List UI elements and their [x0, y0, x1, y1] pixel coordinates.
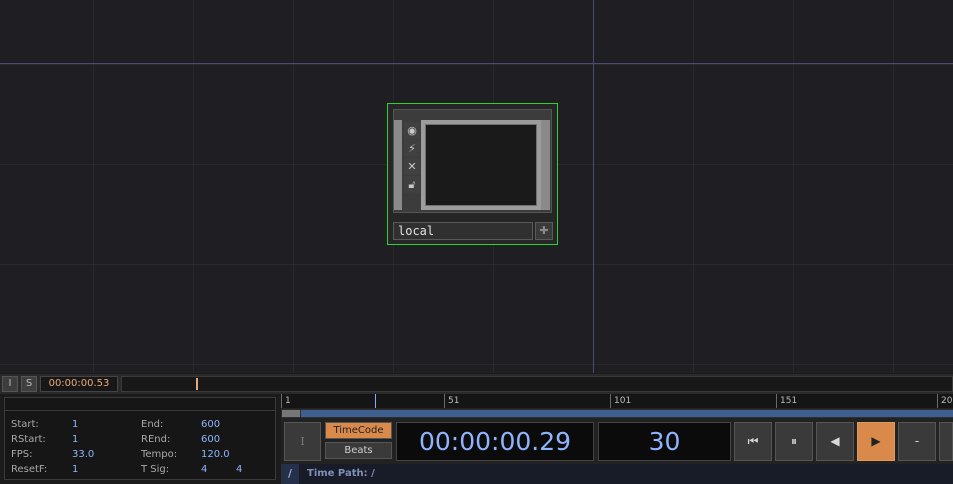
rewind-button[interactable]: ⏮	[734, 422, 772, 461]
time-path-bar: / Time Path: /	[281, 464, 953, 484]
settings-divider	[5, 410, 275, 411]
settings-row-range: Start: 1 End: 600	[5, 417, 275, 432]
node-output-connector[interactable]	[541, 120, 550, 210]
settings-row-rate: FPS: 33.0 Tempo: 120.0	[5, 447, 275, 462]
minus-button[interactable]: -	[898, 422, 936, 461]
tsig-label: T Sig:	[141, 464, 170, 475]
frame-display[interactable]: 30	[598, 422, 731, 461]
node-viewer-screen	[425, 124, 537, 206]
fps-value[interactable]: 33.0	[72, 447, 94, 462]
strip-playhead[interactable]	[196, 378, 198, 390]
rend-value[interactable]: 600	[201, 432, 220, 447]
next-button[interactable]	[939, 422, 953, 461]
lock-icon[interactable]: 🔓︎	[404, 176, 420, 193]
play-button[interactable]: ▶	[857, 422, 895, 461]
tsig-denominator[interactable]: 4	[236, 462, 242, 477]
timecode-toggle-button[interactable]: TimeCode	[325, 422, 392, 439]
play-icon: ▶	[871, 434, 881, 448]
timeline-ruler[interactable]: 1 51 101 151 20	[281, 394, 953, 408]
step-back-icon: ◀	[830, 434, 840, 448]
node-body[interactable]: ◉ ⚡ ✕ 🔓︎	[393, 109, 552, 213]
beats-toggle-button[interactable]: Beats	[325, 442, 392, 459]
network-origin-axis-horizontal	[0, 63, 953, 64]
rewind-icon: ⏮	[747, 434, 759, 448]
bypass-icon[interactable]: ⚡	[404, 140, 420, 157]
container-node-local[interactable]: ◉ ⚡ ✕ 🔓︎ local ✚	[387, 103, 558, 245]
step-back-button[interactable]: ◀	[816, 422, 854, 461]
tsig-numerator[interactable]: 4	[201, 462, 207, 477]
fps-label: FPS:	[11, 449, 33, 460]
timeline-scrollbar[interactable]	[281, 409, 953, 418]
end-label: End:	[141, 419, 164, 430]
network-editor[interactable]: ◉ ⚡ ✕ 🔓︎ local ✚	[0, 0, 953, 373]
pause-icon: ⏸	[790, 434, 797, 448]
strip-s-button[interactable]: S	[21, 376, 37, 392]
end-value[interactable]: 600	[201, 417, 220, 432]
tempo-value[interactable]: 120.0	[201, 447, 230, 462]
strip-timeline-bar[interactable]	[121, 376, 953, 392]
resetf-value[interactable]: 1	[72, 462, 78, 477]
node-viewer[interactable]	[421, 120, 541, 210]
strip-time-field[interactable]: 00:00:00.53	[40, 376, 118, 392]
time-settings-panel: Start: 1 End: 600 RStart: 1 REnd: 600 FP…	[4, 397, 276, 480]
viewer-active-icon[interactable]: ◉	[404, 122, 420, 139]
node-expand-icon[interactable]: ✚	[535, 222, 553, 240]
start-value[interactable]: 1	[72, 417, 78, 432]
transport-panel: 1 51 101 151 20 I TimeCode Beats 00:00:0…	[281, 394, 953, 484]
start-label: Start:	[11, 419, 39, 430]
timecode-display[interactable]: 00:00:00.29	[396, 422, 594, 461]
ruler-tick: 20	[937, 394, 952, 408]
ruler-tick: 101	[610, 394, 631, 408]
time-path-root-button[interactable]: /	[281, 464, 299, 484]
tempo-label: Tempo:	[141, 449, 178, 460]
transport-i-button[interactable]: I	[284, 422, 321, 461]
node-name-field[interactable]: local	[393, 222, 533, 240]
scrollbar-range[interactable]	[301, 410, 953, 417]
node-flag-column: ◉ ⚡ ✕ 🔓︎	[404, 122, 420, 194]
ruler-tick: 151	[776, 394, 797, 408]
rend-label: REnd:	[141, 434, 171, 445]
pause-button[interactable]: ⏸	[775, 422, 813, 461]
network-origin-axis-vertical	[593, 0, 594, 373]
settings-row-rrange: RStart: 1 REnd: 600	[5, 432, 275, 447]
node-input-connector[interactable]	[394, 120, 402, 210]
rstart-label: RStart:	[11, 434, 46, 445]
timeline-strip: I S 00:00:00.53	[0, 374, 953, 394]
resetf-label: ResetF:	[11, 464, 48, 475]
settings-row-reset: ResetF: 1 T Sig: 4 4	[5, 462, 275, 477]
rstart-value[interactable]: 1	[72, 432, 78, 447]
scrollbar-handle[interactable]	[282, 410, 300, 417]
ruler-playhead[interactable]	[375, 394, 376, 408]
strip-i-button[interactable]: I	[2, 376, 18, 392]
ruler-tick: 51	[444, 394, 459, 408]
close-icon[interactable]: ✕	[404, 158, 420, 175]
time-path-label: Time Path: /	[307, 468, 375, 479]
ruler-tick: 1	[281, 394, 291, 408]
